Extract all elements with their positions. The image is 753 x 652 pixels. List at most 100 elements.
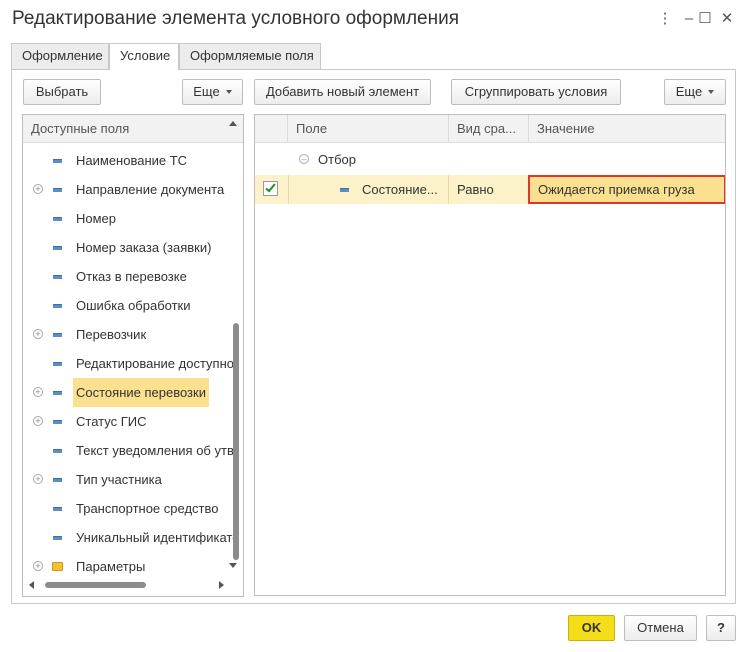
chevron-down-icon (225, 89, 232, 94)
ok-label: OK (581, 620, 602, 635)
ok-button[interactable]: OK (568, 615, 615, 641)
tree-item-label: Номер заказа (заявки) (76, 240, 212, 255)
tree-item-label: Ошибка обработки (76, 298, 191, 313)
tree-item-label: Отказ в перевозке (76, 269, 187, 284)
condition-field: Состояние... (362, 182, 438, 197)
field-icon (53, 507, 62, 511)
expand-icon[interactable]: + (33, 329, 43, 339)
tree-item-label: Редактирование доступно (76, 356, 235, 371)
tab-condition[interactable]: Условие (109, 43, 179, 70)
tree-item-label: Транспортное средство (76, 501, 219, 516)
left-more-button[interactable]: Еще (182, 79, 243, 105)
help-button[interactable]: ? (706, 615, 736, 641)
field-icon (53, 217, 62, 221)
tree-item[interactable]: Текст уведомления об утв (23, 436, 234, 465)
scroll-left-icon[interactable] (29, 581, 34, 589)
field-icon (340, 188, 349, 192)
tree-item-label: Текст уведомления об утв (76, 443, 234, 458)
collapse-icon[interactable]: – (299, 154, 309, 164)
expand-icon[interactable]: + (33, 184, 43, 194)
maximize-icon[interactable]: ☐ (696, 8, 714, 30)
tree-item-label: Тип участника (76, 472, 162, 487)
field-icon (53, 536, 62, 540)
dialog-title: Редактирование элемента условного оформл… (12, 8, 460, 29)
select-button-label: Выбрать (35, 84, 89, 99)
column-header-value[interactable]: Значение (529, 115, 725, 143)
field-icon (53, 246, 62, 250)
expand-icon[interactable]: + (33, 474, 43, 484)
expand-icon[interactable]: + (33, 416, 43, 426)
tree-item[interactable]: Номер (23, 204, 229, 233)
tree-item-label: Статус ГИС (76, 414, 147, 429)
tree-item-label: Направление документа (76, 182, 225, 197)
vertical-scrollbar-thumb[interactable] (233, 323, 239, 560)
help-label: ? (717, 620, 725, 635)
tree-item[interactable]: + Тип участника (23, 465, 229, 494)
tree-item[interactable]: Транспортное средство (23, 494, 229, 523)
tree-item[interactable]: Редактирование доступно (23, 349, 234, 378)
field-icon (53, 304, 62, 308)
column-header-check (255, 115, 288, 143)
field-icon (53, 420, 62, 424)
condition-checkbox[interactable] (263, 181, 278, 196)
field-icon (53, 159, 62, 163)
close-icon[interactable]: ✕ (718, 8, 736, 30)
field-icon (53, 362, 62, 366)
tree-item-label: Номер (76, 211, 117, 226)
tree-item-label: Наименование ТС (76, 153, 188, 168)
chevron-down-icon (708, 89, 715, 94)
tree-item-label: Перевозчик (76, 327, 147, 342)
tab-formatted-fields[interactable]: Оформляемые поля (179, 43, 321, 69)
right-more-label: Еще (675, 84, 703, 99)
column-header-comparison[interactable]: Вид сра... (449, 115, 529, 143)
scroll-down-icon[interactable] (229, 563, 237, 568)
tree-item[interactable]: Наименование ТС (23, 146, 229, 175)
add-element-label: Добавить новый элемент (265, 84, 420, 99)
select-button[interactable]: Выбрать (23, 79, 101, 105)
group-conditions-button[interactable]: Сгруппировать условия (451, 79, 621, 105)
add-element-button[interactable]: Добавить новый элемент (254, 79, 431, 105)
field-cell[interactable]: Состояние... (288, 175, 449, 204)
left-more-label: Еще (193, 84, 220, 99)
condition-panel: Выбрать Еще Доступные поля Наименование … (11, 69, 736, 604)
horizontal-scrollbar-thumb[interactable] (45, 582, 146, 588)
checkmark-icon (265, 181, 276, 193)
conditions-grid[interactable]: Поле Вид сра... Значение – Отбор Состоян… (254, 114, 726, 596)
available-fields-tree[interactable]: Доступные поля Наименование ТС + Направл… (22, 114, 244, 597)
expand-icon[interactable]: + (33, 387, 43, 397)
cancel-button[interactable]: Отмена (624, 615, 697, 641)
folder-icon (52, 562, 63, 571)
right-more-button[interactable]: Еще (664, 79, 726, 105)
tree-item[interactable]: Отказ в перевозке (23, 262, 229, 291)
field-icon (53, 391, 62, 395)
condition-value-cell[interactable]: Ожидается приемка груза (528, 175, 725, 204)
field-icon (53, 478, 62, 482)
scroll-up-icon[interactable] (229, 121, 237, 126)
field-icon (53, 188, 62, 192)
tree-item[interactable]: + Направление документа (23, 175, 229, 204)
tree-item-label: Параметры (76, 559, 146, 574)
condition-group-row[interactable]: – Отбор (255, 145, 725, 174)
tree-item[interactable]: Уникальный идентификато (23, 523, 239, 552)
cancel-label: Отмена (637, 620, 684, 635)
tree-header: Доступные поля (23, 115, 243, 143)
comparison-cell[interactable]: Равно (457, 175, 494, 204)
more-menu-icon[interactable]: ⋮ (656, 8, 674, 30)
tree-item-label: Состояние перевозки (73, 378, 209, 407)
group-label: Отбор (318, 152, 356, 167)
tree-item[interactable]: Ошибка обработки (23, 291, 229, 320)
field-icon (53, 449, 62, 453)
tree-item[interactable]: Номер заказа (заявки) (23, 233, 229, 262)
column-header-field[interactable]: Поле (288, 115, 449, 143)
tab-appearance[interactable]: Оформление (11, 43, 109, 69)
tree-item[interactable]: + Перевозчик (23, 320, 229, 349)
scroll-right-icon[interactable] (219, 581, 224, 589)
tree-item-label: Уникальный идентификато (76, 530, 240, 545)
group-conditions-label: Сгруппировать условия (464, 84, 608, 99)
tree-item[interactable]: + Статус ГИС (23, 407, 229, 436)
expand-icon[interactable]: + (33, 561, 43, 571)
field-icon (53, 275, 62, 279)
tree-item-selected[interactable]: + Состояние перевозки (23, 378, 229, 407)
tree-item[interactable]: + Параметры (23, 552, 229, 581)
field-icon (53, 333, 62, 337)
